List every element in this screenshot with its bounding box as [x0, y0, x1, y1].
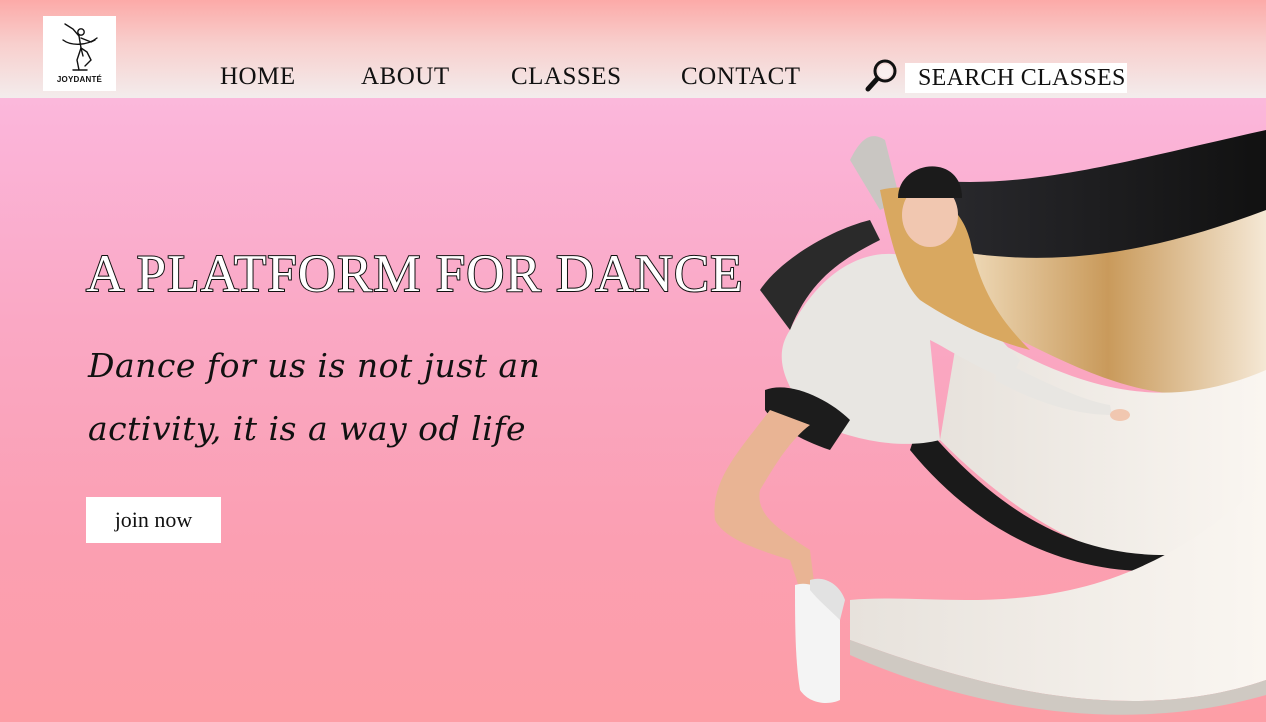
nav-home[interactable]: HOME	[220, 62, 296, 92]
hero-tagline: Dance for us is not just an activity, it…	[88, 334, 608, 460]
brand-logo[interactable]: JOYDANTÉ	[43, 16, 116, 91]
hero-title: A PLATFORM FOR DANCE	[85, 244, 744, 304]
logo-text: JOYDANTÉ	[56, 75, 103, 84]
nav-classes[interactable]: CLASSES	[511, 62, 621, 92]
tagline-line-1: Dance for us is not just an	[88, 346, 541, 385]
dancer-logo-icon	[62, 23, 98, 71]
hero-dancer-image	[714, 130, 1266, 715]
tagline-line-2: activity, it is a way od life	[88, 409, 527, 448]
search-input[interactable]: SEARCH CLASSES	[905, 63, 1127, 93]
nav-about[interactable]: ABOUT	[361, 62, 450, 92]
search-icon[interactable]	[864, 58, 900, 99]
nav-contact[interactable]: CONTACT	[681, 62, 801, 92]
join-now-button[interactable]: join now	[86, 497, 221, 543]
